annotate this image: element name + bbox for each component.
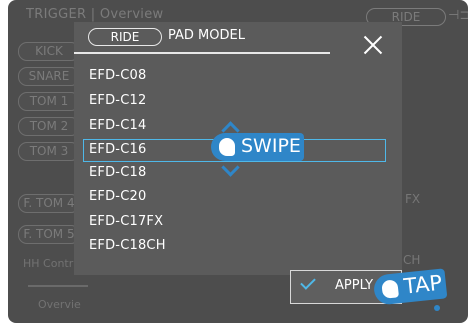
header-underline [74, 52, 330, 54]
ride-pill: RIDE [88, 28, 162, 46]
model-item-c18ch[interactable]: EFD-C18CH [89, 238, 166, 253]
swipe-hint-label: SWIPE [241, 135, 301, 157]
background-fx-fragment: FX [405, 192, 421, 206]
model-item-c17fx[interactable]: EFD-C17FX [89, 214, 163, 229]
pad-ftom4: F. TOM 4 [18, 194, 80, 213]
overview-tab: Overvie [38, 298, 81, 311]
pad-snare: SNARE [18, 67, 80, 86]
model-item-c18[interactable]: EFD-C18 [89, 165, 146, 180]
touch-icon [219, 138, 235, 156]
pad-kick: KICK [18, 42, 80, 61]
dialog-title: PAD MODEL [168, 28, 245, 43]
model-item-c12[interactable]: EFD-C12 [89, 93, 146, 108]
pad-tom3: TOM 3 [18, 142, 80, 161]
swipe-hint: SWIPE [211, 133, 304, 161]
check-icon [300, 274, 316, 290]
model-item-c14[interactable]: EFD-C14 [89, 118, 146, 133]
background-title: TRIGGER | Overview [26, 7, 164, 22]
model-item-c20[interactable]: EFD-C20 [89, 189, 146, 204]
close-icon[interactable] [363, 35, 383, 55]
touch-icon [381, 279, 400, 299]
apply-label: APPLY [335, 278, 374, 293]
hh-control-label: HH Contr [23, 257, 74, 270]
background-divider [28, 285, 88, 287]
page-indicator-dot [434, 305, 440, 311]
background-ch-fragment: CH [403, 253, 421, 267]
pad-tom1: TOM 1 [18, 92, 80, 111]
tap-hint-label: TAP [402, 270, 444, 299]
pad-ftom5: F. TOM 5 [18, 225, 80, 244]
model-item-c08[interactable]: EFD-C08 [89, 68, 146, 83]
pad-tom2: TOM 2 [18, 117, 80, 136]
plug-icon: ⊣⊐ [448, 8, 468, 23]
